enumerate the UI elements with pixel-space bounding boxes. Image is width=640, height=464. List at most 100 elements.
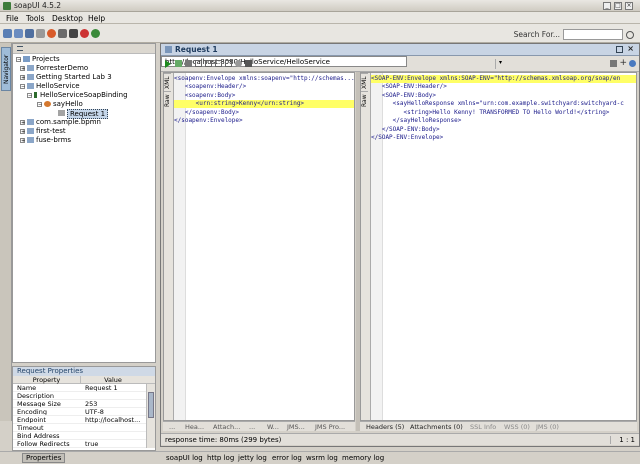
request-bottom-tab[interactable]: JMS... [287,423,305,431]
forum-icon[interactable] [36,29,45,38]
navigator-tab[interactable]: Navigator [1,47,11,91]
tree-sayhello[interactable]: sayHello [53,100,83,108]
exit-icon[interactable] [80,29,89,38]
tree-forrester-demo[interactable]: ForresterDemo [36,64,88,72]
log-jetty[interactable]: jetty log [238,454,267,462]
expand-binding-icon[interactable]: − [27,93,32,99]
menu-desktop[interactable]: Desktop [52,14,83,23]
menu-file[interactable]: File [6,14,19,23]
table-row[interactable]: Encoding UTF-8 [13,408,155,416]
log-http[interactable]: http log [207,454,234,462]
tree-first-test[interactable]: first-test [36,127,66,135]
close-request-icon[interactable]: × [627,44,634,53]
project-icon [27,74,34,80]
menu-bar: File Tools Desktop Help [0,12,640,24]
expand-sayhello-icon[interactable]: − [37,102,42,108]
properties-scrollbar[interactable] [146,384,155,448]
request-title-bar: Request 1 × [161,44,639,56]
properties-button[interactable]: Properties [22,453,66,463]
split-icon[interactable] [215,60,222,67]
request-bottom-tab[interactable]: ... [249,423,255,431]
request-bottom-tab[interactable]: JMS Pro... [315,423,345,431]
status-bar: response time: 80ms (299 bytes) 1 : 1 [161,433,639,445]
expand-first-test-icon[interactable]: + [20,129,25,135]
request-bottom-tab[interactable]: ... [169,423,175,431]
proxy-icon[interactable] [69,29,78,38]
request-bottom-tab[interactable]: Hea... [185,423,204,431]
expand-fuse-brms-icon[interactable]: + [20,138,25,144]
xml-line: </sayHelloResponse> [371,117,462,124]
property-name: Follow Redirects [17,440,70,447]
table-row[interactable]: Description [13,392,155,400]
properties-title: Request Properties [13,367,155,376]
format-icon[interactable] [205,60,212,67]
table-row[interactable]: Message Size 253 [13,400,155,408]
expand-forrester-icon[interactable]: + [20,66,25,72]
response-wss-tab[interactable]: WSS (0) [504,423,530,431]
menu-help[interactable]: Help [88,14,105,23]
log-wsrm[interactable]: wsrm log [306,454,338,462]
tree-projects[interactable]: Projects [32,55,60,63]
table-row[interactable]: Follow Redirects true [13,440,155,448]
save-all-icon[interactable] [25,29,34,38]
expand-bpmn-icon[interactable]: + [20,120,25,126]
preferences-icon[interactable] [58,29,67,38]
expand-getting-started-icon[interactable]: + [20,75,25,81]
submit-request-icon[interactable] [165,60,171,68]
request-bottom-tab[interactable]: W... [267,423,279,431]
expand-projects-icon[interactable]: − [16,57,21,63]
tree-fuse-brms[interactable]: fuse-brms [36,136,71,144]
log-error[interactable]: error log [272,454,302,462]
edit-icon[interactable] [610,60,617,67]
add-icon[interactable]: + [619,58,627,68]
request-raw-tab[interactable]: Raw [164,91,171,109]
minimize-icon[interactable]: _ [603,2,611,10]
add-assertion-icon[interactable] [175,60,182,67]
menu-tools[interactable]: Tools [26,14,44,23]
request-editor: XML Raw <soapenv:Envelope xmlns:soapenv=… [163,72,355,421]
stop-icon[interactable] [245,60,252,67]
response-jms-tab[interactable]: JMS (0) [536,423,559,431]
import-project-icon[interactable] [14,29,23,38]
tree-soap-binding[interactable]: HelloServiceSoapBinding [40,91,128,99]
search-label: Search For... [513,30,560,39]
restore-icon[interactable] [616,46,623,53]
table-row[interactable]: Timeout [13,424,155,432]
expand-helloservice-icon[interactable]: − [20,84,25,90]
search-box[interactable]: Search For... [514,29,634,40]
log-memory[interactable]: memory log [342,454,384,462]
response-ssl-tab[interactable]: SSL Info [470,423,496,431]
trial-icon[interactable] [47,29,56,38]
search-input[interactable] [563,29,623,40]
create-testcase-icon[interactable] [185,60,192,67]
value-column-header[interactable]: Value [81,376,145,384]
table-row[interactable]: Bind Address [13,432,155,440]
help-icon[interactable] [91,29,100,38]
table-row[interactable]: Name Request 1 [13,384,155,392]
request-xml-tab[interactable]: XML [164,73,171,91]
maximize-icon[interactable]: □ [614,2,622,10]
xml-line[interactable]: <urn:string>Kenny</urn:string> [174,100,304,108]
response-headers-tab[interactable]: Headers (5) [366,423,404,431]
search-icon[interactable] [626,30,634,39]
tabs-icon[interactable] [225,60,232,67]
property-column-header[interactable]: Property [13,376,81,384]
clone-icon[interactable] [195,60,202,67]
scrollbar-thumb[interactable] [148,392,154,418]
tree-com-sample-bpmn[interactable]: com.sample.bpmn [36,118,101,126]
log-soapui[interactable]: soapUI log [166,454,203,462]
settings-icon[interactable] [235,60,242,67]
request-bottom-tab[interactable]: Attach... [213,423,240,431]
tree-getting-started[interactable]: Getting Started Lab 3 [36,73,112,81]
url-dropdown-icon[interactable]: ▾ [495,59,505,69]
close-icon[interactable]: × [625,2,633,10]
table-row[interactable]: Endpoint http://localhost... [13,416,155,424]
tree-helloservice[interactable]: HelloService [36,82,80,90]
new-project-icon[interactable] [3,29,12,38]
response-raw-tab[interactable]: Raw [361,91,368,109]
collapse-all-icon[interactable] [17,46,23,51]
project-icon [27,83,34,89]
help-request-icon[interactable] [629,60,636,67]
response-xml-tab[interactable]: XML [361,73,368,91]
response-attachments-tab[interactable]: Attachments (0) [410,423,463,431]
